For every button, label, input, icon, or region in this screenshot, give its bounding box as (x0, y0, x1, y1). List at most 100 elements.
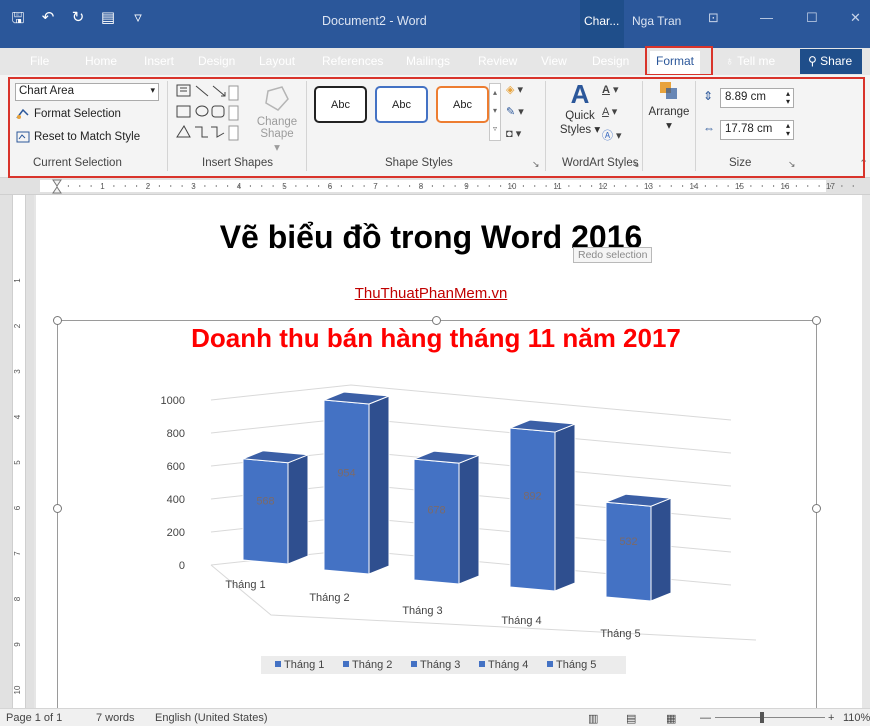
tab-home[interactable]: Home (85, 54, 117, 68)
context-tab-label: Char... (584, 14, 620, 28)
share-button[interactable]: ⚲ Share (800, 49, 862, 74)
undo-icon[interactable]: ↶ (38, 8, 58, 33)
bar-side (650, 497, 672, 602)
data-label: 954 (337, 467, 355, 479)
gridline (210, 384, 732, 421)
bar-front (413, 458, 460, 585)
clipboard-icon[interactable]: ▤ (98, 8, 118, 33)
bar-side (554, 423, 576, 592)
tab-file[interactable]: File (30, 54, 49, 68)
legend-entry: Tháng 2 (352, 659, 392, 671)
legend-swatch (275, 661, 281, 667)
y-tick-label: 600 (167, 461, 185, 473)
tab-layout[interactable]: Layout (259, 54, 295, 68)
y-tick-label: 800 (167, 428, 185, 440)
ruler-number: 1 (13, 278, 22, 283)
share-label: Share (820, 54, 853, 68)
vertical-ruler[interactable]: 1234567891011 (0, 195, 34, 708)
zoom-level[interactable]: 110% (843, 712, 870, 724)
legend-swatch (411, 661, 417, 667)
page-count[interactable]: Page 1 of 1 (6, 712, 62, 724)
zoom-in-icon[interactable]: + (828, 712, 834, 724)
zoom-slider-track[interactable] (715, 717, 825, 718)
data-label: 532 (619, 536, 637, 548)
close-icon[interactable]: ✕ (850, 10, 861, 26)
document-title: Document2 - Word (322, 14, 427, 28)
language[interactable]: English (United States) (155, 712, 268, 724)
tab-chart-design[interactable]: Design (592, 54, 629, 68)
quick-access-toolbar: 🖫 ↶ ↻ ▤ ▿ (8, 8, 148, 33)
chart-plot[interactable]: 0 200 400 600 800 1000 568 Tháng 1 954 Tháng 2 678… (36, 335, 826, 705)
word-count[interactable]: 7 words (96, 712, 135, 724)
data-label: 568 (256, 495, 274, 507)
tab-review[interactable]: Review (478, 54, 517, 68)
legend-swatch (479, 661, 485, 667)
site-link[interactable]: ThuThuatPhanMem.vn (36, 285, 826, 302)
horizontal-ruler[interactable]: 123456789101112131415161718 (0, 178, 870, 195)
legend-swatch (547, 661, 553, 667)
read-mode-icon[interactable]: ▥ (588, 712, 598, 725)
tab-design[interactable]: Design (198, 54, 235, 68)
data-label: 678 (427, 505, 445, 517)
tab-insert[interactable]: Insert (144, 54, 174, 68)
user-name[interactable]: Nga Tran (632, 14, 681, 28)
ruler-number: 6 (13, 505, 22, 510)
bar-side (287, 454, 309, 565)
bar-front (323, 399, 370, 575)
legend-entry: Tháng 4 (488, 659, 528, 671)
bar-4: 892 (509, 419, 576, 592)
tell-me-label: Tell me (737, 54, 776, 68)
ruler-number: 10 (13, 685, 22, 694)
vertical-ruler-strip: 1234567891011 (12, 195, 26, 708)
gridline (210, 417, 732, 454)
person-icon: ⚲ (808, 54, 817, 68)
y-tick-label: 400 (167, 494, 185, 506)
document-page[interactable]: Vẽ biểu đồ trong Word 2016 Redo selectio… (36, 195, 862, 710)
customize-qat-icon[interactable]: ▿ (128, 8, 148, 33)
legend-entry: Tháng 3 (420, 659, 460, 671)
bar-2: 954 (323, 391, 390, 575)
web-layout-icon[interactable]: ▦ (666, 712, 676, 725)
bar-3: 678 (413, 450, 480, 585)
x-tick-label: Tháng 4 (501, 615, 541, 627)
print-layout-icon[interactable]: ▤ (626, 712, 636, 725)
y-tick-label: 0 (179, 560, 185, 572)
ruler-number: 7 (13, 551, 22, 556)
bar-1: 568 (242, 450, 309, 565)
ruler-white-area (40, 180, 826, 192)
maximize-icon[interactable]: ☐ (806, 10, 818, 26)
redo-icon[interactable]: ↻ (68, 8, 88, 33)
tell-me-search[interactable]: ♁ Tell me (725, 54, 775, 68)
lightbulb-icon: ♁ (725, 54, 734, 68)
ruler-number: 9 (13, 642, 22, 647)
data-label: 892 (523, 491, 541, 503)
y-tick-label: 200 (167, 527, 185, 539)
ruler-number: 4 (13, 414, 22, 419)
legend-entry: Tháng 1 (284, 659, 324, 671)
bar-front (509, 427, 556, 592)
zoom-out-icon[interactable]: — (700, 712, 711, 724)
bar-front (242, 458, 289, 565)
x-tick-label: Tháng 1 (225, 579, 265, 591)
tab-view[interactable]: View (541, 54, 567, 68)
ribbon-display-icon[interactable]: ⊡ (708, 10, 719, 26)
save-icon[interactable]: 🖫 (8, 8, 28, 33)
ruler-number: 3 (13, 369, 22, 374)
x-tick-label: Tháng 5 (600, 628, 640, 640)
legend-swatch (343, 661, 349, 667)
document-heading: Vẽ biểu đồ trong Word 2016 (219, 219, 643, 255)
format-tab-highlight (645, 46, 713, 76)
legend-entry: Tháng 5 (556, 659, 596, 671)
zoom-slider-thumb[interactable] (760, 712, 764, 723)
tab-references[interactable]: References (322, 54, 383, 68)
minimize-icon[interactable]: — (760, 10, 773, 25)
status-bar: Page 1 of 1 7 words English (United Stat… (0, 708, 870, 726)
x-tick-label: Tháng 2 (309, 592, 349, 604)
bar-front (605, 501, 652, 602)
y-tick-label: 1000 (161, 395, 185, 407)
chart-floor (210, 564, 757, 641)
x-tick-label: Tháng 3 (402, 605, 442, 617)
bar-5: 532 (605, 493, 672, 602)
tab-mailings[interactable]: Mailings (406, 54, 450, 68)
bar-side (368, 395, 390, 575)
